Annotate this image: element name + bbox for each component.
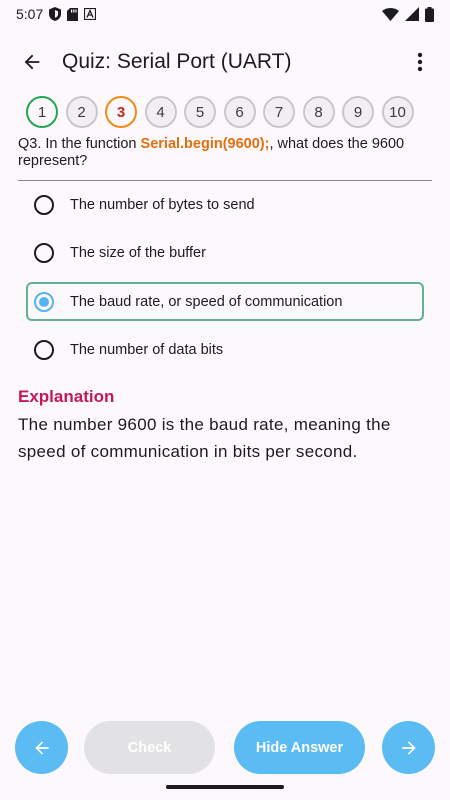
question-indicator-7[interactable]: 7 — [263, 96, 295, 128]
question-indicator-4[interactable]: 4 — [144, 96, 177, 128]
question-progress: 1 2 3 4 5 6 7 8 9 10 — [26, 96, 414, 128]
bottom-action-bar: Check Hide Answer — [0, 721, 450, 774]
radio-button[interactable] — [34, 243, 54, 263]
status-time: 5:07 — [16, 6, 44, 22]
question-prefix: Q3. In the function — [18, 136, 141, 152]
next-question-button[interactable] — [382, 721, 435, 774]
sd-card-icon — [67, 7, 79, 21]
option-label: The number of bytes to send — [70, 196, 255, 213]
radio-button[interactable] — [34, 340, 54, 360]
question-indicator-8[interactable]: 8 — [302, 96, 335, 128]
option-4[interactable]: The number of data bits — [26, 331, 424, 370]
question-code: Serial.begin(9600); — [140, 136, 270, 152]
question-indicator-9[interactable]: 9 — [342, 96, 374, 128]
question-indicator-10[interactable]: 10 — [381, 96, 414, 128]
option-1[interactable]: The number of bytes to send — [26, 185, 424, 224]
wifi-icon — [382, 7, 399, 21]
answer-options: The number of bytes to send The size of … — [26, 185, 424, 379]
hide-answer-button[interactable]: Hide Answer — [234, 721, 365, 774]
option-3[interactable]: The baud rate, or speed of communication — [26, 282, 424, 321]
arrow-left-icon — [34, 740, 49, 755]
previous-question-button[interactable] — [15, 721, 68, 774]
home-indicator[interactable] — [166, 785, 284, 789]
explanation-body: The number 9600 is the baud rate, meanin… — [18, 415, 391, 461]
more-vert-icon — [417, 52, 423, 72]
option-2[interactable]: The size of the buffer — [26, 234, 424, 273]
radio-button[interactable] — [34, 194, 54, 215]
explanation-title: Explanation — [18, 387, 115, 406]
question-indicator-2[interactable]: 2 — [65, 96, 98, 128]
battery-icon — [425, 6, 434, 22]
question-indicator-3[interactable]: 3 — [105, 96, 137, 128]
status-left: 5:07 — [16, 6, 97, 22]
shield-icon — [49, 7, 62, 21]
back-button[interactable] — [4, 34, 60, 90]
font-a-icon — [84, 8, 97, 20]
status-bar: 5:07 — [0, 0, 450, 28]
arrow-right-icon — [401, 740, 416, 755]
question-indicator-5[interactable]: 5 — [184, 96, 216, 128]
more-options-button[interactable] — [396, 38, 444, 86]
question-text: Q3. In the function Serial.begin(9600);,… — [18, 136, 432, 170]
status-right — [382, 6, 434, 22]
radio-button-selected[interactable] — [34, 291, 54, 312]
option-label: The baud rate, or speed of communication — [70, 293, 343, 310]
arrow-left-icon — [24, 54, 40, 70]
question-indicator-1[interactable]: 1 — [26, 96, 58, 128]
page-title: Quiz: Serial Port (UART) — [62, 50, 292, 73]
app-bar: Quiz: Serial Port (UART) — [0, 34, 450, 90]
option-label: The size of the buffer — [70, 245, 206, 261]
option-label: The number of data bits — [70, 342, 224, 358]
cellular-signal-icon — [405, 7, 419, 21]
divider — [18, 180, 432, 181]
question-indicator-6[interactable]: 6 — [223, 96, 256, 128]
check-button[interactable]: Check — [84, 721, 215, 774]
